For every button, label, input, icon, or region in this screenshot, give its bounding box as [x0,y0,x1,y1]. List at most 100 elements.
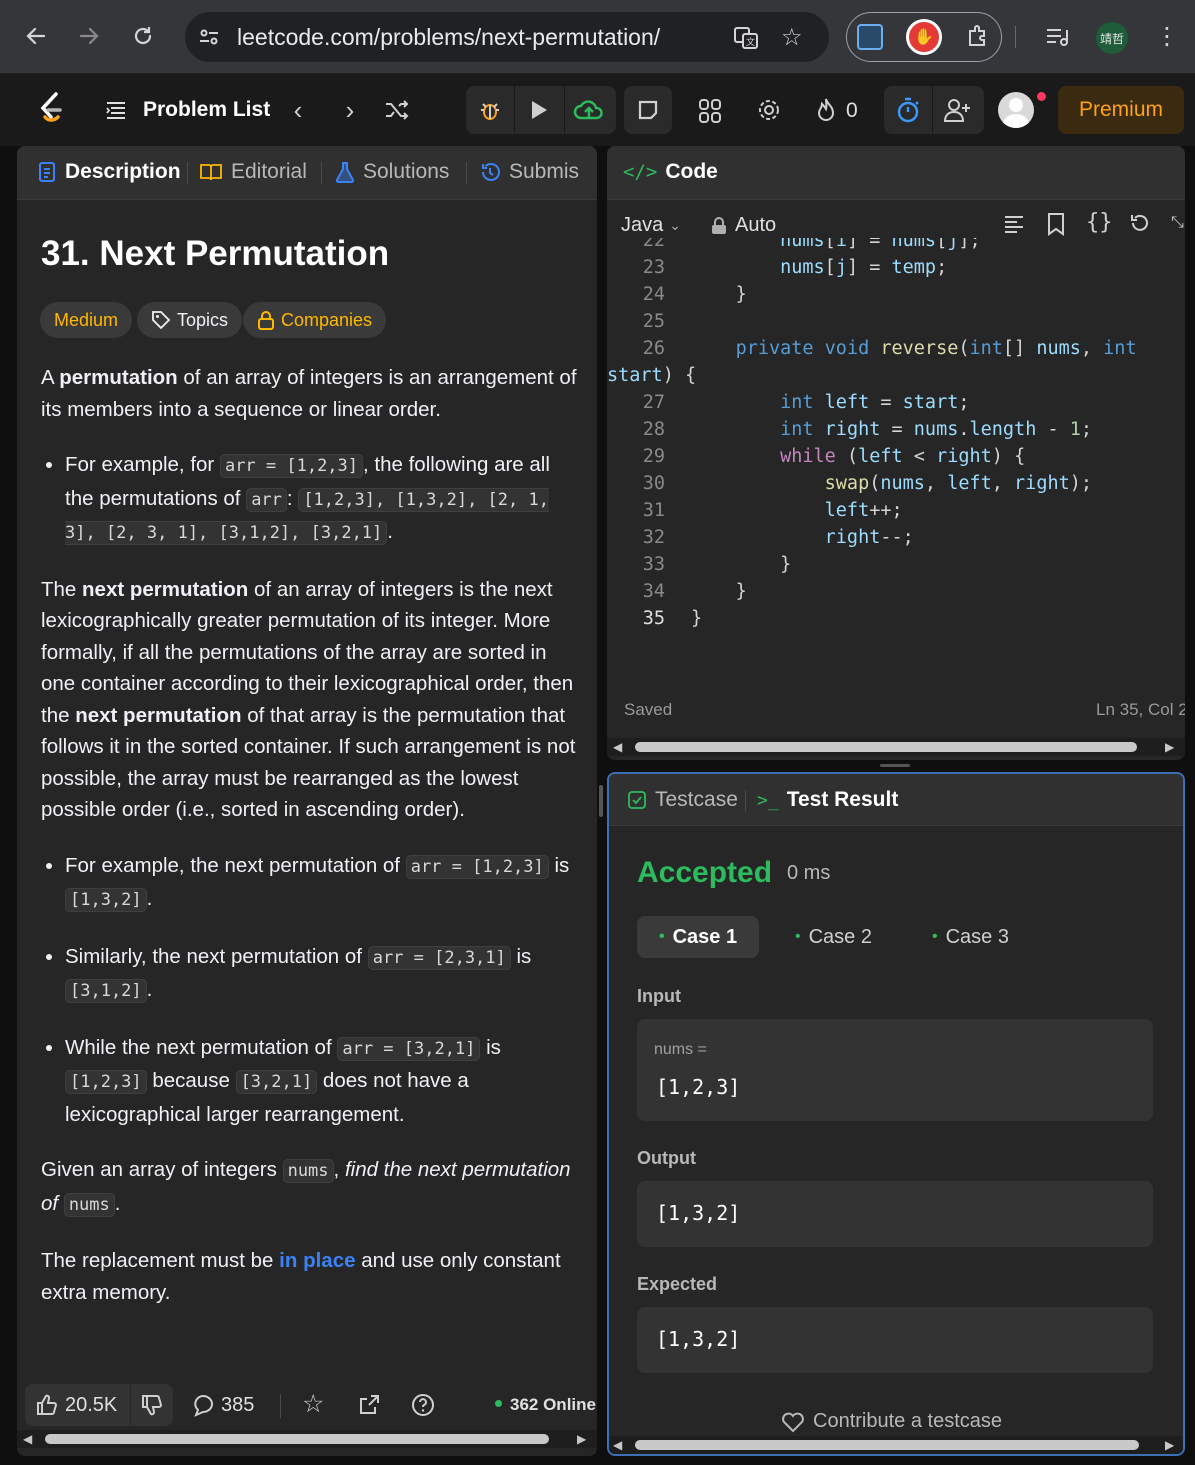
code-line[interactable]: 22 nums[i] = nums[j]; [607,238,981,257]
line-number: 27 [642,392,665,413]
prev-problem-chevron-icon[interactable]: ‹ [284,94,312,126]
code-line[interactable]: 30 swap(nums, left, right); [607,473,1092,500]
language-select[interactable]: Java ⌄ [621,214,681,237]
heart-icon [782,1412,804,1432]
svg-text:文: 文 [746,36,755,48]
debug-bug-icon[interactable] [478,98,502,127]
line-number: 26 [642,338,665,359]
horizontal-resize-handle[interactable] [880,764,910,767]
companies-button[interactable]: Companies [243,302,387,338]
adblock-icon[interactable]: ✋ [906,19,942,55]
notes-button[interactable] [624,86,672,134]
case-tab-label: Case 1 [672,925,738,948]
code-line[interactable]: start) { [607,365,696,392]
site-info-icon[interactable] [197,25,221,54]
share-icon[interactable] [357,1393,381,1422]
in-place-link[interactable]: in place [279,1249,355,1272]
problem-list-link[interactable]: Problem List [143,98,270,122]
reload-icon[interactable] [127,20,159,52]
user-avatar[interactable] [998,92,1034,128]
thumbs-up-icon[interactable] [35,1393,59,1422]
note-icon [636,98,660,127]
code-horizontal-scrollbar[interactable]: ◀ ▶ [607,738,1185,756]
result-horizontal-scrollbar[interactable]: ◀ ▶ [609,1436,1183,1454]
output-box: [1,3,2] [637,1181,1153,1247]
reset-undo-icon[interactable] [1129,212,1151,239]
favorite-star-icon[interactable]: ☆ [302,1389,324,1419]
bookmark-icon[interactable] [1047,212,1065,241]
contribute-testcase-link[interactable]: Contribute a testcase [781,1410,1002,1433]
code-editor[interactable]: 22 nums[i] = nums[j]; 23 nums[j] = temp; 2… [607,238,1185,658]
help-question-icon[interactable] [411,1393,435,1422]
line-number: 29 [642,446,665,467]
code-line[interactable]: 32 right--; [607,527,914,554]
case-tab-3[interactable]: • Case 3 [910,916,1031,958]
timer-stopwatch-icon[interactable] [895,96,921,129]
tab-code[interactable]: </> Code [623,160,718,184]
code-line[interactable]: 34 } [607,581,747,608]
description-paragraph: Given an array of integers nums, find th… [41,1158,571,1217]
description-horizontal-scrollbar[interactable]: ◀ ▶ [17,1430,597,1448]
difficulty-badge: Medium [40,302,133,338]
browser-toolbar: leetcode.com/problems/next-permutation/ … [0,0,1195,74]
extensions-puzzle-icon[interactable] [965,23,991,54]
bookmark-star-icon[interactable]: ☆ [781,23,803,52]
problem-list-icon[interactable] [104,98,128,127]
next-problem-chevron-icon[interactable]: › [336,94,364,126]
code-line[interactable]: 26 private void reverse(int[] nums, int [607,338,1137,365]
solutions-flask-icon [335,162,355,183]
thumbs-down-icon[interactable] [140,1393,164,1422]
editorial-book-icon [200,164,222,181]
streak-fire-icon[interactable] [814,96,838,129]
extension-icon-1[interactable] [857,24,883,50]
code-line[interactable]: 24 } [607,284,747,311]
code-line[interactable]: 31 left++; [607,500,903,527]
checkbox-icon [628,791,646,809]
expand-icon[interactable]: ⤡ [1171,214,1184,232]
tab-solutions-label: Solutions [363,160,450,183]
tab-description[interactable]: Description [37,160,181,184]
premium-button[interactable]: Premium [1058,86,1184,134]
random-problem-shuffle-icon[interactable] [384,98,410,127]
settings-gear-icon[interactable] [756,97,782,128]
run-play-icon[interactable] [528,98,550,127]
case-tab-2[interactable]: • Case 2 [773,916,894,958]
back-arrow-icon[interactable] [20,20,52,52]
add-collaborator-icon[interactable] [943,97,971,128]
browser-menu-icon[interactable]: ⋮ [1155,22,1179,52]
comment-count[interactable]: 385 [221,1394,254,1417]
url-text[interactable]: leetcode.com/problems/next-permutation/ [237,24,660,51]
tab-submissions[interactable]: Submis [479,160,579,184]
tab-solutions[interactable]: Solutions [335,160,449,184]
code-line[interactable]: 29 while (left < right) { [607,446,1025,473]
media-control-icon[interactable] [1044,24,1070,55]
panel-resize-handle[interactable] [599,785,603,817]
auto-mode-toggle[interactable]: Auto [711,214,776,237]
forward-arrow-icon[interactable] [73,20,105,52]
tab-test-result[interactable]: >_ Test Result [757,788,898,812]
layout-grid-icon[interactable] [698,98,722,129]
code-line[interactable]: 23 nums[j] = temp; [607,257,948,284]
topics-button[interactable]: Topics [137,302,243,338]
tab-editorial[interactable]: Editorial [199,160,307,184]
translate-icon[interactable]: 文 [733,25,759,56]
code-tabbar: </> Code [607,146,1185,200]
braces-icon[interactable]: {} [1086,210,1113,235]
code-text: } [780,554,792,575]
address-bar[interactable]: leetcode.com/problems/next-permutation/ … [185,12,829,62]
code-line[interactable]: 35} [607,608,702,635]
code-line[interactable]: 27 int left = start; [607,392,970,419]
code-line[interactable]: 28 int right = nums.length - 1; [607,419,1092,446]
comments-icon[interactable] [191,1393,215,1422]
profile-avatar[interactable]: 靖哲 [1096,22,1128,54]
code-line[interactable]: 25 [607,311,691,338]
tab-testcase[interactable]: Testcase [627,788,738,812]
submit-cloud-upload-icon[interactable] [573,96,605,129]
case-tab-1[interactable]: • Case 1 [637,916,760,958]
leetcode-logo-icon[interactable] [36,90,66,133]
notification-dot [1037,92,1046,101]
code-line[interactable]: 33 } [607,554,792,581]
format-lines-icon[interactable] [1003,213,1025,240]
contribute-label: Contribute a testcase [813,1410,1002,1432]
code-text: nums[j] = temp; [780,257,948,278]
